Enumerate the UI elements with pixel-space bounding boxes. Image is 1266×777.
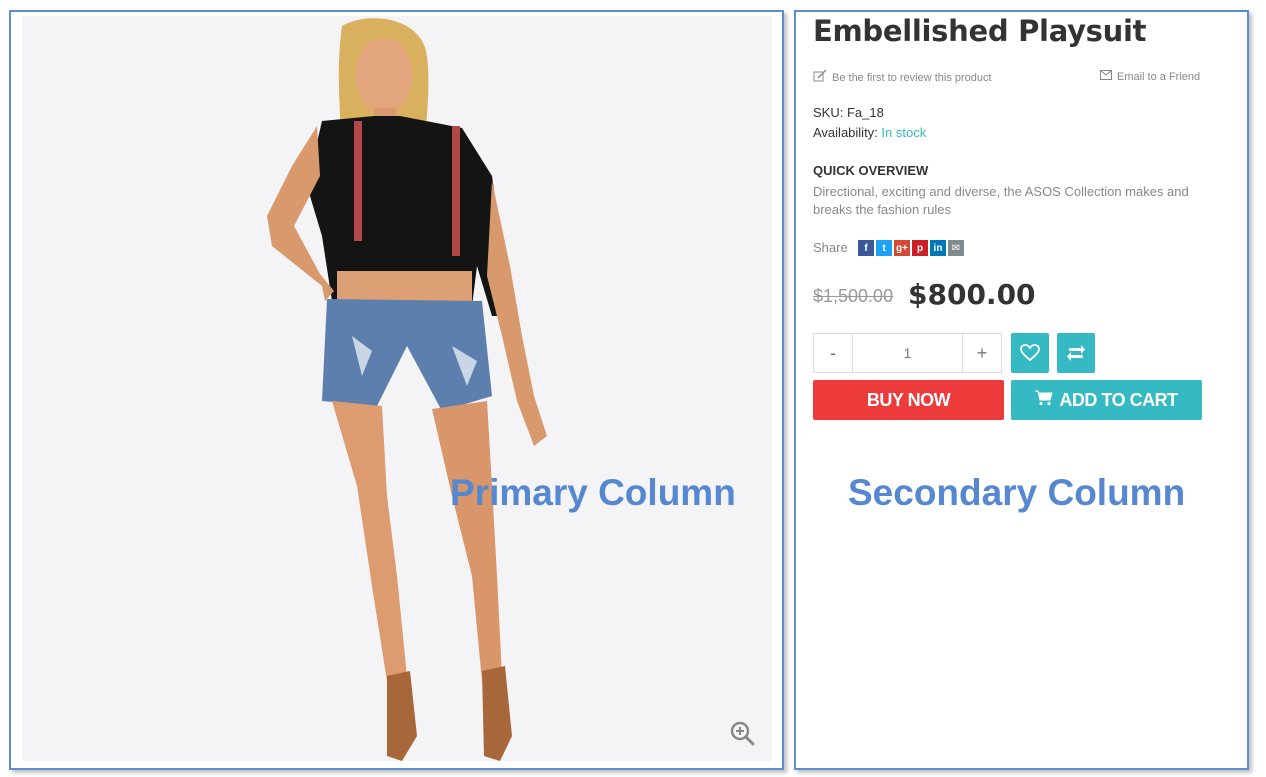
product-image[interactable] (22, 16, 772, 761)
wishlist-button[interactable] (1011, 333, 1049, 373)
pencil-icon (813, 69, 827, 85)
envelope-icon (1100, 70, 1112, 83)
linkedin-icon[interactable]: in (930, 240, 946, 256)
buy-now-label: BUY NOW (866, 389, 951, 410)
twitter-icon[interactable]: t (876, 240, 892, 256)
email-share-icon[interactable]: ✉ (948, 240, 964, 256)
add-to-cart-label: ADD TO CART (1059, 389, 1178, 410)
exchange-icon (1067, 345, 1085, 361)
current-price: $800.00 (908, 278, 1036, 311)
email-link-label: Email to a Friend (1117, 70, 1201, 83)
qty-decrease-button[interactable]: - (814, 334, 853, 372)
quantity-input[interactable] (853, 334, 962, 372)
model-figure (267, 18, 547, 761)
zoom-in-icon[interactable] (729, 720, 755, 746)
share-icons: f t g+ p in ✉ (858, 240, 964, 256)
buy-now-button[interactable]: BUY NOW (813, 380, 1004, 420)
facebook-icon[interactable]: f (858, 240, 874, 256)
product-title: Embellished Playsuit (813, 14, 1147, 48)
compare-button[interactable] (1057, 333, 1095, 373)
sku-label: SKU: (813, 105, 844, 120)
sku-row: SKU: Fa_18 (813, 105, 884, 120)
primary-column-label: Primary Column (450, 472, 736, 513)
sku-value: Fa_18 (846, 105, 884, 120)
review-link-label: Be the first to review this product (832, 71, 992, 84)
secondary-column-label: Secondary Column (848, 472, 1186, 513)
quick-overview-heading: QUICK OVERVIEW (813, 163, 929, 178)
old-price: $1,500.00 (813, 286, 894, 306)
availability-label: Availability: (813, 125, 878, 140)
availability-row: Availability: In stock (813, 125, 926, 140)
quantity-stepper: - + (813, 333, 1002, 373)
add-to-cart-button[interactable]: ADD TO CART (1011, 380, 1202, 420)
google-plus-icon[interactable]: g+ (894, 240, 910, 256)
review-link[interactable]: Be the first to review this product (813, 69, 992, 85)
availability-status: In stock (881, 125, 927, 140)
qty-increase-button[interactable]: + (962, 334, 1001, 372)
cart-icon (1035, 390, 1054, 411)
quick-overview-text: Directional, exciting and diverse, the A… (813, 184, 1189, 217)
share-label: Share (813, 240, 848, 255)
heart-icon (1020, 344, 1040, 362)
pinterest-icon[interactable]: p (912, 240, 928, 256)
email-friend-link[interactable]: Email to a Friend (1100, 70, 1200, 83)
